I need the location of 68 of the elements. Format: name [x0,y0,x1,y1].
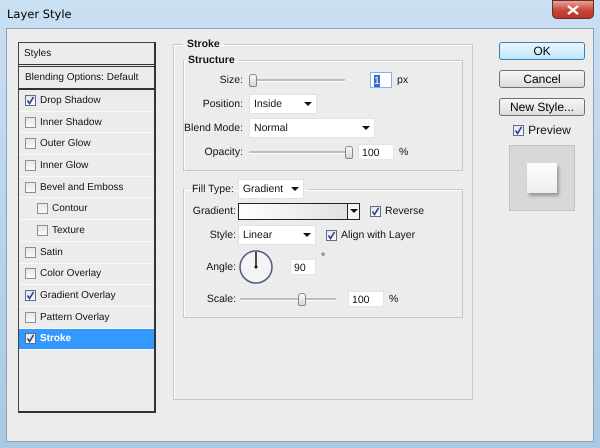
style-item[interactable]: Inner Glow [19,155,154,177]
style-item[interactable]: Blending Options: Default [19,67,154,90]
dialog-button[interactable]: OK [499,42,585,60]
unit-label: ° [321,251,326,263]
unit-label: % [389,293,398,305]
checkbox[interactable] [25,312,36,323]
size-slider[interactable] [249,74,345,86]
position-label: Position: [202,98,244,110]
opacity-field[interactable]: 100 [358,144,394,160]
group-title: Structure [187,54,236,66]
style-item[interactable]: Color Overlay [19,264,154,286]
blend-mode-dropdown[interactable]: Normal [249,118,375,138]
size-label: Size: [218,74,244,86]
opacity-slider[interactable] [249,146,353,158]
style-label: Style: [208,229,237,241]
checkbox[interactable] [25,333,36,344]
dialog-button[interactable]: Cancel [499,70,585,88]
group-title: Stroke [186,38,221,50]
checkbox[interactable] [25,246,36,258]
gradient-label: Gradient: [192,205,237,217]
style-item[interactable]: Bevel and Emboss [19,176,154,198]
style-item[interactable]: Contour [19,198,154,220]
opacity-label: Opacity: [203,146,244,158]
checkbox[interactable] [25,290,36,302]
style-item[interactable]: Satin [19,242,154,264]
dialog-button[interactable]: New Style... [499,98,585,116]
style-item[interactable]: Drop Shadow [19,90,154,112]
align-label: Align with Layer [341,229,416,241]
checkbox[interactable] [25,138,36,150]
angle-field[interactable]: 90 [290,259,316,275]
checkbox[interactable] [37,224,48,236]
scale-field[interactable]: 100 [348,291,384,307]
style-dropdown[interactable]: Linear [238,225,316,245]
checkbox[interactable] [25,116,36,128]
checkbox[interactable] [37,203,48,214]
gradient-picker[interactable] [238,202,360,220]
slider-thumb[interactable] [249,74,257,86]
unit-label: px [397,74,408,86]
checkbox[interactable] [25,182,36,193]
blend-mode-label: Blend Mode: [184,122,244,134]
scale-slider[interactable] [240,292,336,306]
close-button[interactable] [552,0,594,19]
slider-thumb[interactable] [345,146,353,158]
position-dropdown[interactable]: Inside [249,94,317,114]
fill-type-dropdown[interactable]: Gradient [238,179,304,199]
list-header: Styles [19,43,154,67]
style-item[interactable]: Texture [19,220,154,242]
preview-label: Preview [528,123,571,137]
checkbox[interactable] [25,160,36,171]
checkbox[interactable] [25,268,36,280]
fill-type-label: Fill Type: [192,183,234,195]
style-item[interactable]: Gradient Overlay [19,285,154,307]
angle-label: Angle: [205,261,237,273]
scale-label: Scale: [206,293,237,305]
preview-thumbnail [509,145,575,211]
reverse-label: Reverse [385,205,424,217]
size-field[interactable]: 1 [370,72,392,88]
unit-label: % [399,146,408,158]
style-item[interactable]: Outer Glow [19,133,154,156]
checkbox[interactable] [25,94,36,106]
style-item[interactable]: Inner Shadow [19,112,154,134]
slider-thumb[interactable] [298,292,306,306]
align-checkbox[interactable] [326,230,337,240]
angle-dial[interactable] [238,249,274,285]
reverse-checkbox[interactable] [370,206,381,216]
close-icon [566,4,580,14]
preview-checkbox[interactable] [513,124,524,136]
window-title: Layer Style [7,7,72,21]
